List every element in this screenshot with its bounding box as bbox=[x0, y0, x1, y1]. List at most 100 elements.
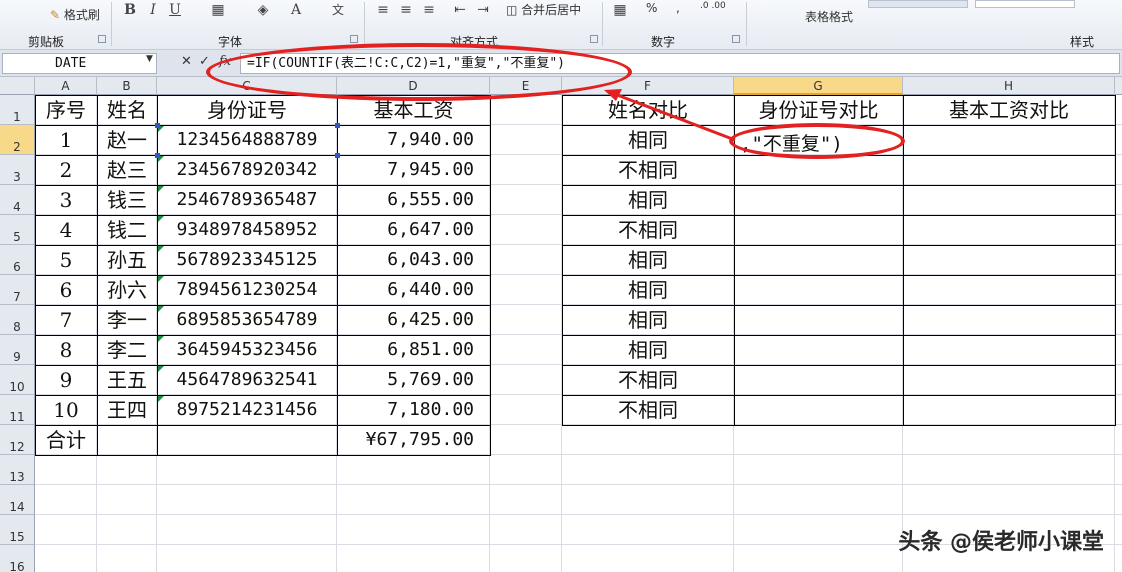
format-painter-button[interactable]: ✎ 格式刷 bbox=[50, 6, 100, 23]
column-header-b[interactable]: B bbox=[97, 77, 157, 95]
font-color-icon[interactable]: A bbox=[288, 2, 304, 18]
table1-name-cell[interactable]: 李一 bbox=[97, 305, 157, 335]
column-header-h[interactable]: H bbox=[903, 77, 1115, 95]
table1-name-cell[interactable]: 赵一 bbox=[97, 125, 157, 155]
table1-id-cell[interactable]: 8975214231456 bbox=[157, 395, 337, 425]
clipboard-dialog-launcher[interactable] bbox=[98, 35, 106, 43]
table2-header[interactable]: 身份证号对比 bbox=[734, 95, 903, 125]
align-center-icon[interactable]: ≡ bbox=[398, 2, 414, 18]
name-compare-cell[interactable]: 不相同 bbox=[562, 215, 734, 245]
table1-name-cell[interactable]: 钱二 bbox=[97, 215, 157, 245]
table1-seq-cell[interactable]: 7 bbox=[35, 305, 97, 335]
align-left-icon[interactable]: ≡ bbox=[375, 2, 391, 18]
currency-icon[interactable]: ▦ bbox=[612, 2, 628, 18]
phonetic-icon[interactable]: 文 bbox=[330, 2, 346, 18]
row-header-4[interactable]: 4 bbox=[0, 185, 35, 215]
cell-styles-gallery-2[interactable] bbox=[975, 0, 1075, 8]
table1-name-cell[interactable]: 钱三 bbox=[97, 185, 157, 215]
fill-color-icon[interactable]: ◈ bbox=[255, 2, 271, 18]
table1-seq-cell[interactable]: 4 bbox=[35, 215, 97, 245]
table1-id-cell[interactable]: 4564789632541 bbox=[157, 365, 337, 395]
table1-salary-cell[interactable]: 6,425.00 bbox=[337, 305, 490, 335]
name-compare-cell[interactable]: 相同 bbox=[562, 245, 734, 275]
alignment-dialog-launcher[interactable] bbox=[590, 35, 598, 43]
row-header-7[interactable]: 7 bbox=[0, 275, 35, 305]
bold-button[interactable]: B bbox=[122, 2, 138, 18]
table1-id-cell[interactable]: 3645945323456 bbox=[157, 335, 337, 365]
table1-id-cell[interactable]: 2546789365487 bbox=[157, 185, 337, 215]
name-compare-cell[interactable]: 相同 bbox=[562, 305, 734, 335]
comma-button[interactable]: , bbox=[676, 1, 680, 15]
table1-seq-cell[interactable]: 5 bbox=[35, 245, 97, 275]
row-header-5[interactable]: 5 bbox=[0, 215, 35, 245]
name-box[interactable]: DATE bbox=[2, 53, 157, 74]
table1-salary-cell[interactable]: 6,555.00 bbox=[337, 185, 490, 215]
row-header-13[interactable]: 13 bbox=[0, 455, 35, 485]
table1-id-cell[interactable]: 5678923345125 bbox=[157, 245, 337, 275]
table1-salary-cell[interactable]: 7,180.00 bbox=[337, 395, 490, 425]
table1-salary-cell[interactable]: 7,940.00 bbox=[337, 125, 490, 155]
name-compare-cell[interactable]: 相同 bbox=[562, 275, 734, 305]
name-compare-cell[interactable]: 相同 bbox=[562, 185, 734, 215]
table1-id-cell[interactable]: 9348978458952 bbox=[157, 215, 337, 245]
font-dialog-launcher[interactable] bbox=[350, 35, 358, 43]
row-header-16[interactable]: 16 bbox=[0, 545, 35, 572]
cell-styles-gallery[interactable] bbox=[868, 0, 968, 8]
table1-salary-cell[interactable]: 6,647.00 bbox=[337, 215, 490, 245]
table1-salary-cell[interactable]: 7,945.00 bbox=[337, 155, 490, 185]
column-header-g[interactable]: G bbox=[734, 77, 903, 95]
table1-id-cell[interactable]: 7894561230254 bbox=[157, 275, 337, 305]
table2-header[interactable]: 基本工资对比 bbox=[903, 95, 1115, 125]
table1-seq-cell[interactable]: 9 bbox=[35, 365, 97, 395]
table1-salary-cell[interactable]: 5,769.00 bbox=[337, 365, 490, 395]
name-compare-cell[interactable]: 不相同 bbox=[562, 155, 734, 185]
table1-name-cell[interactable]: 李二 bbox=[97, 335, 157, 365]
table1-id-cell[interactable]: 6895853654789 bbox=[157, 305, 337, 335]
table1-header[interactable]: 姓名 bbox=[97, 95, 157, 125]
table1-salary-cell[interactable]: 6,043.00 bbox=[337, 245, 490, 275]
italic-button[interactable]: I bbox=[145, 2, 161, 18]
table1-name-cell[interactable]: 王五 bbox=[97, 365, 157, 395]
percent-button[interactable]: % bbox=[646, 1, 657, 15]
table1-header[interactable]: 序号 bbox=[35, 95, 97, 125]
row-header-8[interactable]: 8 bbox=[0, 305, 35, 335]
table1-id-cell[interactable]: 2345678920342 bbox=[157, 155, 337, 185]
row-header-10[interactable]: 10 bbox=[0, 365, 35, 395]
table1-seq-cell[interactable]: 8 bbox=[35, 335, 97, 365]
table1-salary-cell[interactable]: 6,851.00 bbox=[337, 335, 490, 365]
row-header-14[interactable]: 14 bbox=[0, 485, 35, 515]
row-header-3[interactable]: 3 bbox=[0, 155, 35, 185]
cancel-icon[interactable]: ✕ bbox=[181, 54, 192, 69]
row-header-11[interactable]: 11 bbox=[0, 395, 35, 425]
table1-seq-cell[interactable]: 6 bbox=[35, 275, 97, 305]
row-header-15[interactable]: 15 bbox=[0, 515, 35, 545]
select-all-corner[interactable] bbox=[0, 77, 35, 95]
table1-id-cell[interactable]: 1234564888789 bbox=[157, 125, 337, 155]
indent-decrease-icon[interactable]: ⇤ bbox=[452, 2, 468, 18]
row-header-1[interactable]: 1 bbox=[0, 95, 35, 125]
increase-decimal-button[interactable]: .0 .00 bbox=[700, 1, 726, 11]
table1-total-label[interactable]: 合计 bbox=[35, 425, 97, 455]
table1-salary-cell[interactable]: 6,440.00 bbox=[337, 275, 490, 305]
align-right-icon[interactable]: ≡ bbox=[421, 2, 437, 18]
underline-button[interactable]: U bbox=[167, 2, 183, 18]
name-compare-cell[interactable]: 相同 bbox=[562, 335, 734, 365]
table1-name-cell[interactable]: 王四 bbox=[97, 395, 157, 425]
table1-seq-cell[interactable]: 10 bbox=[35, 395, 97, 425]
name-compare-cell[interactable]: 相同 bbox=[562, 125, 734, 155]
row-header-9[interactable]: 9 bbox=[0, 335, 35, 365]
table1-seq-cell[interactable]: 1 bbox=[35, 125, 97, 155]
format-as-table-button[interactable]: 表格格式 bbox=[805, 8, 853, 25]
table1-name-cell[interactable]: 孙六 bbox=[97, 275, 157, 305]
merge-center-button[interactable]: ◫ 合并后居中 bbox=[506, 1, 581, 18]
number-dialog-launcher[interactable] bbox=[732, 35, 740, 43]
column-header-a[interactable]: A bbox=[35, 77, 97, 95]
table1-name-cell[interactable]: 赵三 bbox=[97, 155, 157, 185]
row-header-12[interactable]: 12 bbox=[0, 425, 35, 455]
name-compare-cell[interactable]: 不相同 bbox=[562, 365, 734, 395]
row-header-2[interactable]: 2 bbox=[0, 125, 35, 155]
row-header-6[interactable]: 6 bbox=[0, 245, 35, 275]
table2-header[interactable]: 姓名对比 bbox=[562, 95, 734, 125]
table1-name-cell[interactable]: 孙五 bbox=[97, 245, 157, 275]
borders-icon[interactable]: ▦ bbox=[210, 2, 226, 18]
